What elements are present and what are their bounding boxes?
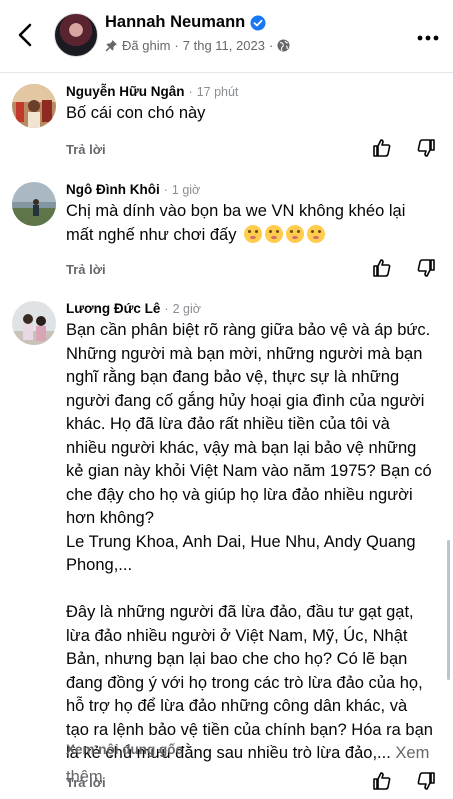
commenter-name[interactable]: Ngô Đình Khôi xyxy=(66,182,160,197)
view-original-link[interactable]: Xem nội dung gốc xyxy=(66,742,183,757)
comment-body: Ngô Đình Khôi · 1 giờ Chị mà dính vào bọ… xyxy=(66,182,433,247)
like-button[interactable] xyxy=(372,771,392,791)
comment-time[interactable]: 17 phút xyxy=(197,85,239,99)
dislike-button[interactable] xyxy=(416,258,436,278)
scrollbar[interactable] xyxy=(447,540,450,680)
thumbs-up-icon xyxy=(373,139,391,157)
kissing-face-emoji-icon xyxy=(286,224,305,243)
commenter-avatar[interactable] xyxy=(12,182,56,226)
author-name-row[interactable]: Hannah Neumann xyxy=(105,13,266,32)
post-date[interactable]: 7 thg 11, 2023 xyxy=(183,38,265,53)
avatar-photo xyxy=(12,301,56,345)
thumbs-down-icon xyxy=(417,259,435,277)
commenter-avatar[interactable] xyxy=(12,84,56,128)
thumbs-down-icon xyxy=(417,772,435,790)
comment-item: Ngô Đình Khôi · 1 giờ Chị mà dính vào bọ… xyxy=(0,172,453,287)
thumbs-up-icon xyxy=(373,772,391,790)
meta-dot: · xyxy=(188,85,193,99)
comment-text-content: Chị mà dính vào bọn ba we VN không khéo … xyxy=(66,202,406,244)
dislike-button[interactable] xyxy=(416,138,436,158)
comment-text: Bố cái con chó này xyxy=(66,104,206,122)
reply-button[interactable]: Trả lời xyxy=(66,775,106,790)
pin-icon xyxy=(105,40,117,52)
thumbs-down-icon xyxy=(417,139,435,157)
author-avatar[interactable] xyxy=(54,13,98,57)
like-button[interactable] xyxy=(372,258,392,278)
meta-dot: · xyxy=(268,38,274,53)
reply-button[interactable]: Trả lời xyxy=(66,262,106,277)
comment-time[interactable]: 1 giờ xyxy=(172,183,200,197)
kissing-face-emoji-icon xyxy=(265,224,284,243)
reply-button[interactable]: Trả lời xyxy=(66,142,106,157)
comment-time[interactable]: 2 giờ xyxy=(173,302,201,316)
kissing-face-emoji-icon xyxy=(244,224,263,243)
more-options-button[interactable] xyxy=(417,28,439,46)
avatar-photo xyxy=(12,182,56,226)
kissing-face-emoji-icon xyxy=(307,224,326,243)
like-button[interactable] xyxy=(372,138,392,158)
meta-dot: · xyxy=(163,183,168,197)
commenter-name[interactable]: Nguyễn Hữu Ngân xyxy=(66,84,185,99)
comment-text: Chị mà dính vào bọn ba we VN không khéo … xyxy=(66,200,433,247)
meta-dot: · xyxy=(164,302,169,316)
pinned-label: Đã ghim xyxy=(122,38,171,53)
commenter-name[interactable]: Lương Đức Lê xyxy=(66,301,160,316)
commenter-avatar[interactable] xyxy=(12,301,56,345)
comment-body: Nguyễn Hữu Ngân · 17 phút Bố cái con chó… xyxy=(66,84,433,126)
thumbs-up-icon xyxy=(373,259,391,277)
comment-text: Bạn cần phân biệt rõ ràng giữa bảo vệ và… xyxy=(66,319,433,789)
verified-badge-icon xyxy=(250,15,266,30)
dislike-button[interactable] xyxy=(416,771,436,791)
more-dots-icon xyxy=(417,35,439,41)
comment-item: Nguyễn Hữu Ngân · 17 phút Bố cái con chó… xyxy=(0,72,453,172)
avatar-photo xyxy=(12,84,56,128)
back-button[interactable] xyxy=(12,20,40,50)
chevron-left-icon xyxy=(18,23,32,47)
comment-text-content: Bạn cần phân biệt rõ ràng giữa bảo vệ và… xyxy=(66,321,433,762)
post-meta: Đã ghim · 7 thg 11, 2023 · xyxy=(105,38,290,53)
globe-icon xyxy=(277,39,290,52)
author-name[interactable]: Hannah Neumann xyxy=(105,13,245,32)
meta-dot: · xyxy=(174,38,179,53)
comment-body: Lương Đức Lê · 2 giờ Bạn cần phân biệt r… xyxy=(66,301,433,789)
comment-item: Lương Đức Lê · 2 giờ Bạn cần phân biệt r… xyxy=(0,287,453,799)
post-header: Hannah Neumann Đã ghim · 7 thg 11, 2023 … xyxy=(0,0,453,73)
